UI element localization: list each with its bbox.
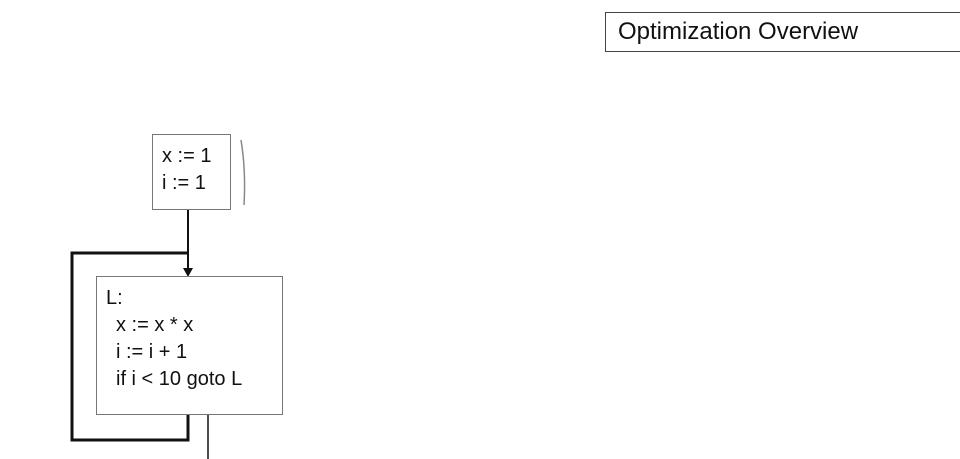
pen-mark xyxy=(240,139,246,206)
code-line: if i < 10 goto L xyxy=(116,368,243,390)
code-line: i := i + 1 xyxy=(116,341,188,363)
code-line: i := 1 xyxy=(162,172,206,194)
code-line: x := x * x xyxy=(116,314,194,336)
code-line: x := 1 xyxy=(162,145,212,167)
block-label: L: xyxy=(106,287,123,309)
entry-basic-block: x := 1 i := 1 xyxy=(152,134,231,210)
loop-basic-block: L: x := x * x i := i + 1 if i < 10 goto … xyxy=(96,276,283,415)
